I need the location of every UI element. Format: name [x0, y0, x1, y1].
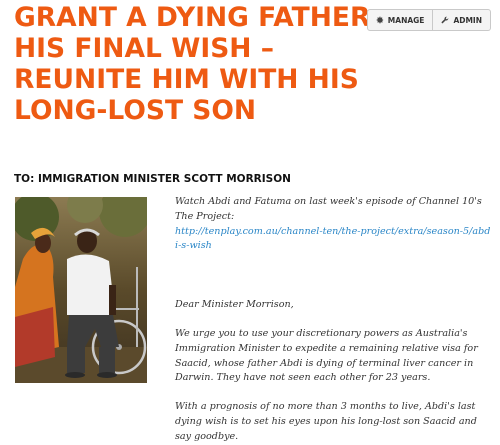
gear-icon: [376, 16, 384, 24]
petition-recipient: TO: IMMIGRATION MINISTER SCOTT MORRISON: [14, 173, 291, 185]
petition-title: GRANT A DYING FATHER HIS FINAL WISH – RE…: [14, 2, 371, 126]
episode-link[interactable]: http://tenplay.com.au/channel-ten/the-pr…: [175, 226, 490, 252]
petition-photo: [15, 197, 147, 383]
admin-label: ADMIN: [453, 15, 482, 25]
wrench-icon: [441, 16, 449, 24]
admin-toolbar: MANAGE ADMIN: [366, 9, 491, 31]
petition-body: Watch Abdi and Fatuma on last week's epi…: [175, 195, 493, 445]
intro-text: Watch Abdi and Fatuma on last week's epi…: [175, 196, 482, 222]
manage-label: MANAGE: [387, 15, 425, 25]
body-paragraph-2: With a prognosis of no more than 3 month…: [175, 401, 477, 442]
salutation: Dear Minister Morrison,: [175, 299, 294, 311]
manage-button[interactable]: MANAGE: [366, 9, 434, 31]
admin-button[interactable]: ADMIN: [433, 9, 491, 31]
body-paragraph-1: We urge you to use your discretionary po…: [175, 327, 478, 384]
